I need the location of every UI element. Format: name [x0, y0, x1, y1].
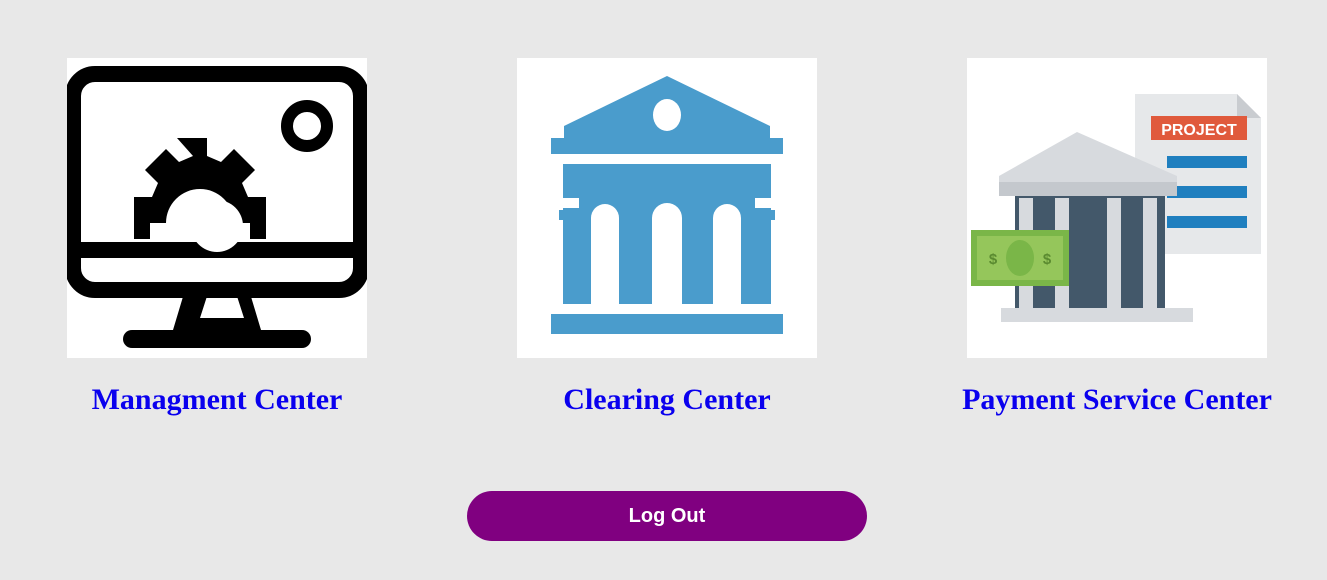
currency-symbol: $: [989, 251, 998, 268]
currency-symbol: $: [1043, 251, 1052, 268]
bank-building-icon[interactable]: [517, 58, 817, 358]
logout-button[interactable]: Log Out: [467, 491, 867, 541]
management-center-link[interactable]: Managment Center: [7, 380, 427, 420]
bank-payment-project-icon[interactable]: PROJECT $ $: [967, 58, 1267, 358]
clearing-center-card[interactable]: Clearing Center: [517, 58, 817, 416]
monitor-gear-icon[interactable]: [67, 58, 367, 358]
payment-service-center-link[interactable]: Payment Service Center: [907, 380, 1327, 420]
management-center-card[interactable]: Managment Center: [67, 58, 367, 416]
project-tag: PROJECT: [1161, 122, 1237, 139]
clearing-center-link[interactable]: Clearing Center: [457, 380, 877, 420]
payment-service-center-card[interactable]: PROJECT $ $ Payment Service Center: [962, 58, 1272, 416]
